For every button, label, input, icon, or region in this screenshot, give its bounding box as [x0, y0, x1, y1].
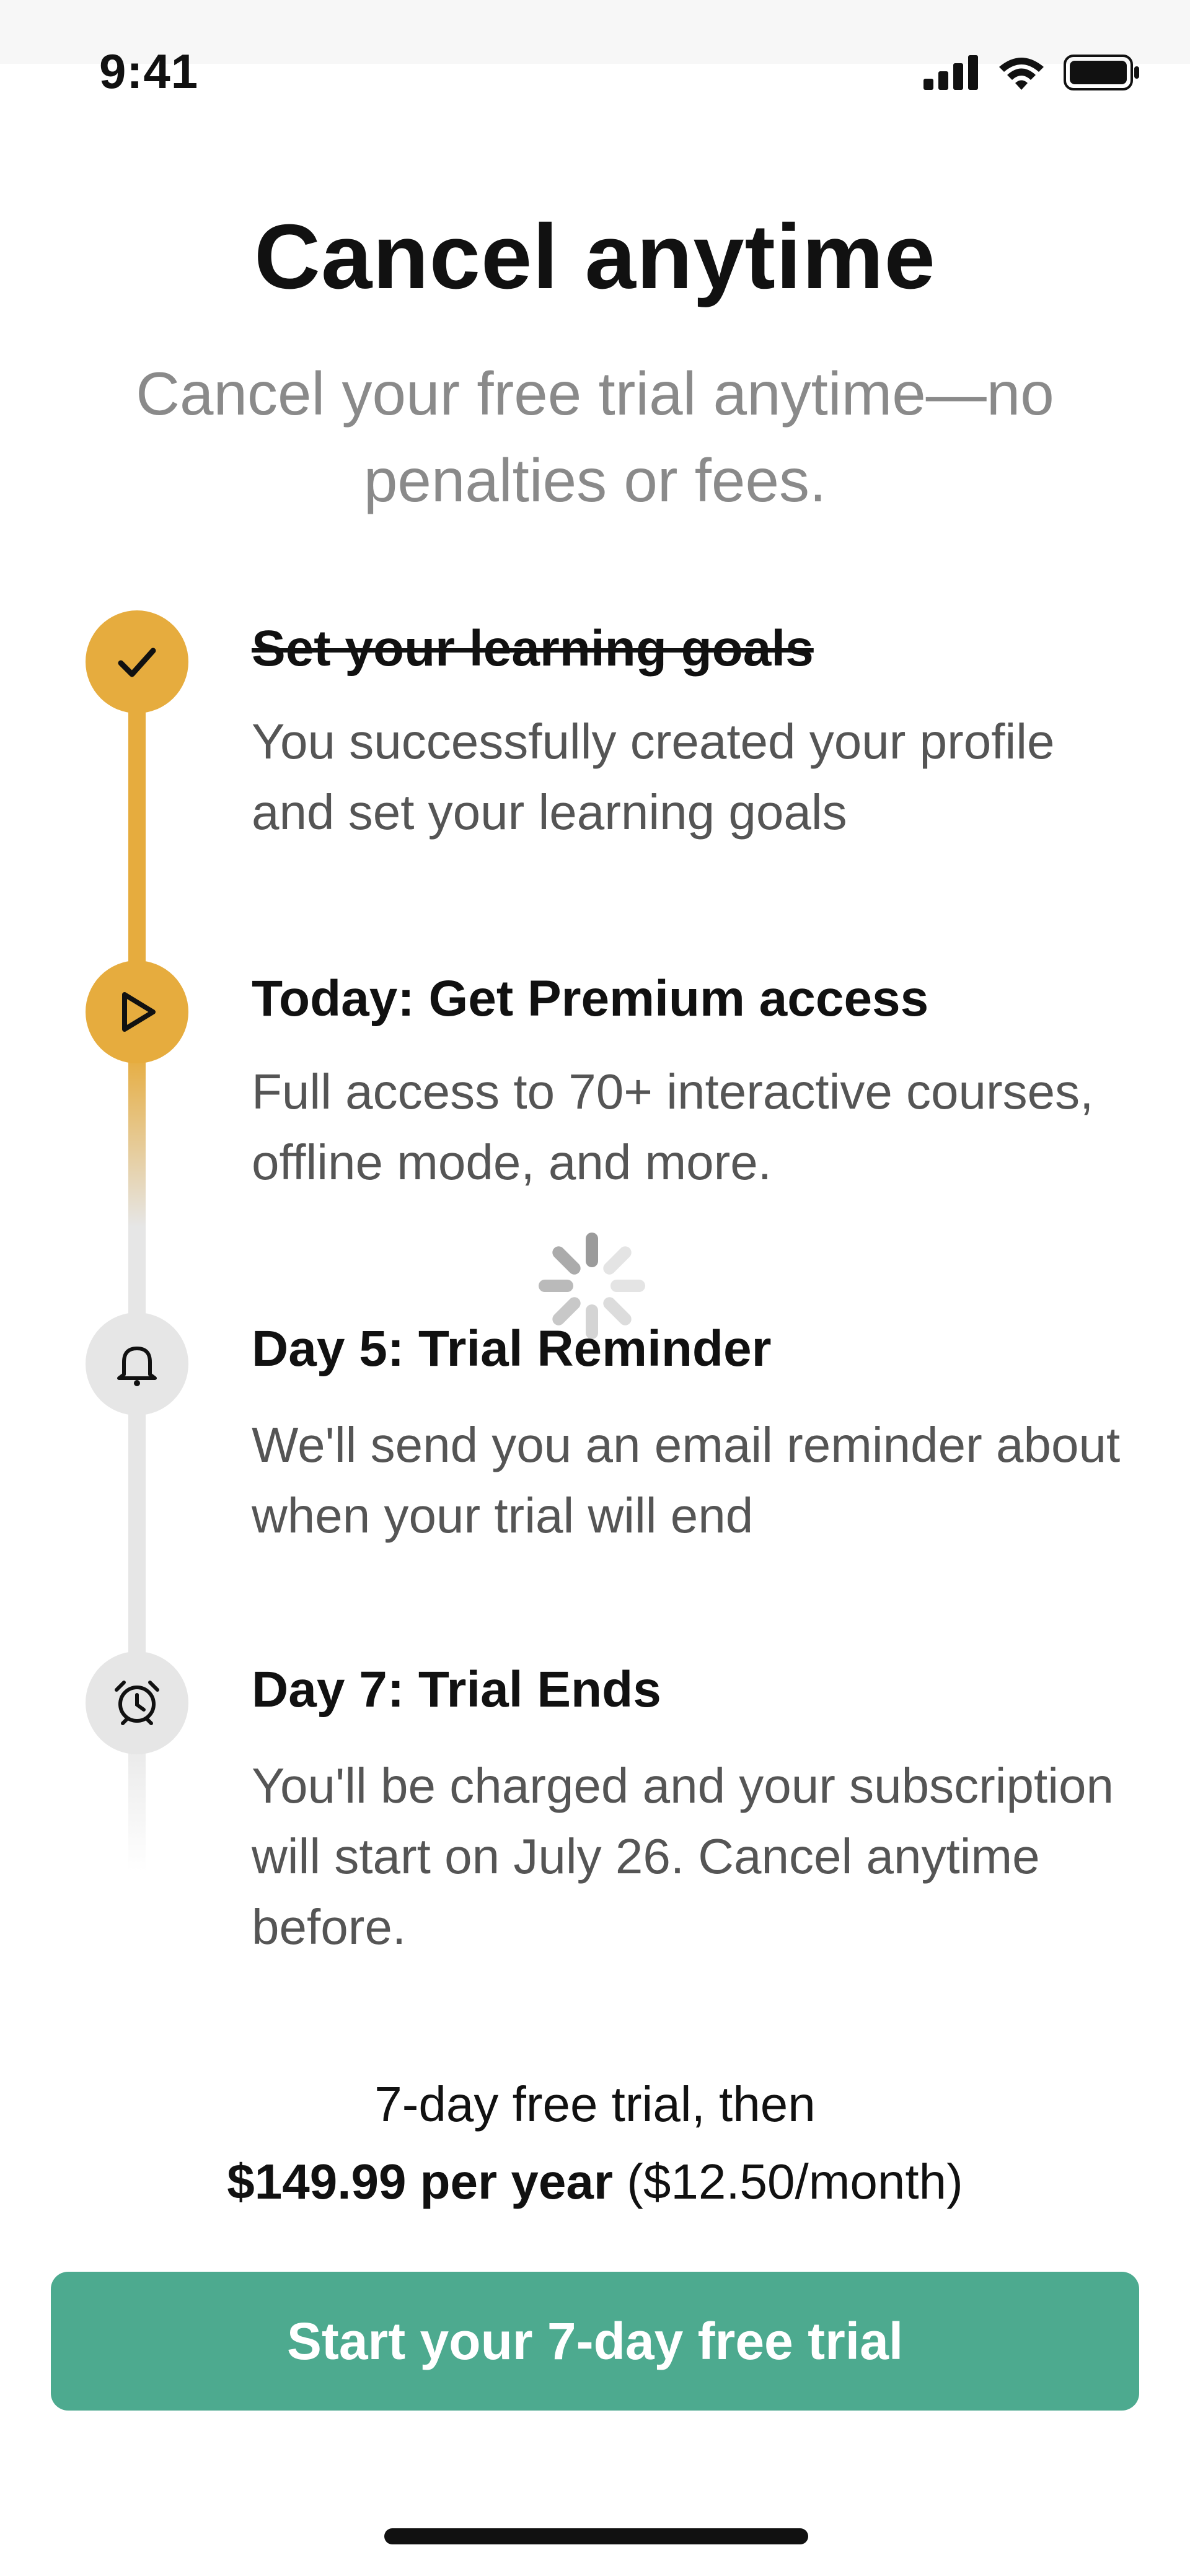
- home-indicator[interactable]: [384, 2528, 808, 2544]
- step-description: We'll send you an email reminder about w…: [252, 1417, 1121, 1543]
- page-subtitle: Cancel your free trial anytime—no penalt…: [136, 359, 1054, 514]
- step-title: Day 7: Trial Ends: [252, 1661, 661, 1718]
- timeline-track-transition: [128, 1053, 146, 1227]
- timeline-node-completed: [86, 610, 188, 713]
- step-title: Set your learning goals: [252, 620, 814, 677]
- checkmark-icon: [118, 648, 156, 677]
- status-bar-time: 9:41: [99, 44, 199, 99]
- alarm-clock-icon: [115, 1681, 159, 1725]
- step-description: Full access to 70+ interactive courses, …: [252, 1064, 1094, 1190]
- step-description: You'll be charged and your subscription …: [252, 1758, 1114, 1954]
- status-bar-icons: [923, 53, 1140, 92]
- wifi-icon: [999, 58, 1044, 90]
- cellular-signal-icon: [923, 55, 978, 90]
- step-description: You successfully created your profile an…: [252, 714, 1055, 840]
- start-free-trial-button[interactable]: Start your 7-day free trial: [51, 2272, 1139, 2411]
- step-title: Today: Get Premium access: [252, 970, 929, 1027]
- play-icon: [122, 992, 156, 1032]
- bell-icon: [117, 1347, 157, 1386]
- pricing-trial-text: 7-day free trial, then: [374, 2077, 816, 2132]
- battery-icon: [1064, 55, 1139, 90]
- pricing-price-text: $149.99 per year ($12.50/month): [0, 2153, 1190, 2210]
- step-title: Day 5: Trial Reminder: [252, 1321, 772, 1377]
- page-title: Cancel anytime: [254, 206, 936, 308]
- timeline-track-upcoming: [128, 1227, 146, 1661]
- timeline-node-current: [86, 961, 188, 1063]
- pricing-monthly-price: ($12.50/month): [612, 2154, 963, 2209]
- timeline-node-upcoming: [86, 1312, 188, 1415]
- timeline-node-upcoming: [86, 1651, 188, 1754]
- pricing-yearly-price: $149.99 per year: [227, 2154, 613, 2209]
